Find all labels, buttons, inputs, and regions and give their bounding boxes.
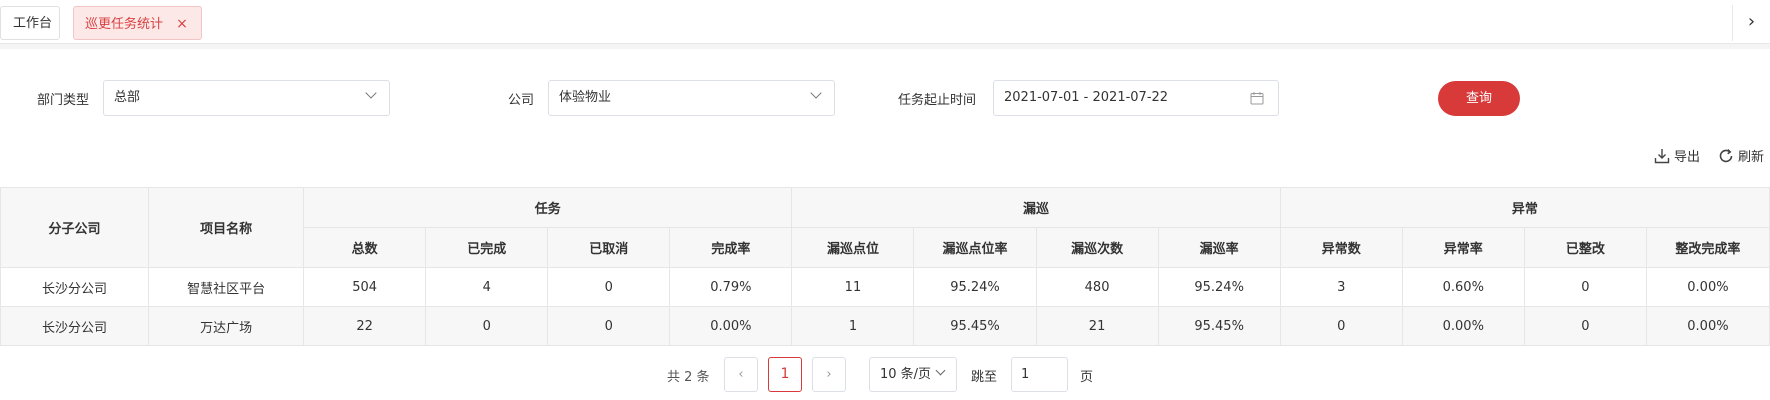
group-header-abnormal: 异常: [1279, 187, 1770, 228]
tabs-scroll-right-button[interactable]: ›: [1732, 5, 1770, 41]
col-header: 完成率: [669, 227, 793, 268]
group-header-missed: 漏巡: [791, 187, 1281, 228]
table-cell: 11: [791, 267, 915, 307]
chevron-down-icon: [810, 87, 822, 99]
table-cell: 长沙分公司: [0, 267, 150, 307]
query-button[interactable]: 查询: [1438, 81, 1520, 116]
table-cell: 0.00%: [1645, 306, 1770, 346]
table-cell: 3: [1279, 267, 1403, 307]
chevron-left-icon: ‹: [738, 367, 744, 382]
table-cell: 0: [547, 306, 671, 346]
query-button-label: 查询: [1465, 91, 1492, 106]
table-cell: 95.24%: [1157, 267, 1281, 307]
col-header: 异常数: [1279, 227, 1403, 268]
page-size-value: 10 条/页: [880, 367, 932, 382]
refresh-icon: [1719, 149, 1733, 163]
table-cell: 0.60%: [1401, 267, 1525, 307]
page-number: 1: [780, 366, 790, 382]
dept-type-label: 部门类型: [37, 93, 90, 108]
table-cell: 95.24%: [913, 267, 1037, 307]
close-icon[interactable]: ×: [176, 16, 188, 32]
export-button[interactable]: 导出: [1654, 148, 1700, 167]
date-range-picker[interactable]: 2021-07-01 - 2021-07-22: [993, 80, 1279, 116]
date-range-label: 任务起止时间: [898, 93, 977, 108]
col-header: 漏巡次数: [1035, 227, 1159, 268]
page-1-button[interactable]: 1: [768, 357, 802, 392]
prev-page-button[interactable]: ‹: [724, 357, 758, 392]
jump-to-label: 跳至: [971, 370, 998, 385]
col-header: 整改完成率: [1645, 227, 1770, 268]
calendar-icon: [1250, 92, 1264, 105]
dept-type-value: 总部: [114, 90, 141, 105]
refresh-label: 刷新: [1738, 150, 1765, 165]
refresh-button[interactable]: 刷新: [1718, 148, 1764, 167]
date-range-value: 2021-07-01 - 2021-07-22: [1004, 90, 1169, 105]
chevron-right-icon: ›: [826, 367, 832, 382]
table-cell: 0: [1279, 306, 1403, 346]
table-cell: 0.00%: [1645, 267, 1770, 307]
col-header: 已取消: [547, 227, 671, 268]
tab-patrol-task-stats-label: 巡更任务统计: [85, 17, 164, 32]
tab-bar-divider: [0, 44, 1770, 49]
table-cell: 21: [1035, 306, 1159, 346]
col-header-project: 项目名称: [148, 187, 305, 268]
page-unit-label: 页: [1080, 370, 1094, 385]
company-value: 体验物业: [559, 90, 612, 105]
table-cell: 1: [791, 306, 915, 346]
company-label: 公司: [508, 93, 535, 108]
table-cell: 95.45%: [1157, 306, 1281, 346]
col-header: 漏巡点位率: [913, 227, 1037, 268]
table-cell: 0: [1523, 267, 1647, 307]
patrol-stats-table: 分子公司 项目名称 任务 漏巡 异常 总数 已完成 已取消 完成率 漏巡点位 漏…: [0, 187, 1770, 346]
table-cell: 504: [303, 267, 427, 307]
export-label: 导出: [1674, 150, 1701, 165]
page-size-select[interactable]: 10 条/页: [869, 357, 957, 392]
col-header: 已整改: [1523, 227, 1647, 268]
table-cell: 22: [303, 306, 427, 346]
table-cell: 0: [1523, 306, 1647, 346]
table-cell: 0.79%: [669, 267, 793, 307]
table-cell: 480: [1035, 267, 1159, 307]
tab-bar: 工作台 巡更任务统计 × ›: [0, 0, 1770, 44]
table-row: 长沙分公司 智慧社区平台 504 4 0 0.79% 11 95.24% 480…: [0, 267, 1770, 307]
tab-patrol-task-stats[interactable]: 巡更任务统计 ×: [73, 6, 202, 40]
col-header: 漏巡点位: [791, 227, 915, 268]
table-cell: 智慧社区平台: [148, 267, 305, 307]
next-page-button[interactable]: ›: [812, 357, 846, 392]
table-row: 长沙分公司 万达广场 22 0 0 0.00% 1 95.45% 21 95.4…: [0, 306, 1770, 346]
table-cell: 0: [547, 267, 671, 307]
table-cell: 95.45%: [913, 306, 1037, 346]
col-header: 异常率: [1401, 227, 1525, 268]
table-cell: 4: [425, 267, 549, 307]
table-cell: 0: [425, 306, 549, 346]
col-header: 已完成: [425, 227, 549, 268]
chevron-right-icon: ›: [1747, 11, 1756, 32]
dept-type-select[interactable]: 总部: [103, 80, 390, 116]
group-header-task: 任务: [303, 187, 793, 228]
jump-page-input[interactable]: 1: [1011, 357, 1068, 392]
col-header: 漏巡率: [1157, 227, 1281, 268]
tab-workbench[interactable]: 工作台: [0, 6, 60, 40]
col-header: 总数: [303, 227, 427, 268]
download-icon: [1654, 149, 1670, 164]
col-header-branch: 分子公司: [0, 187, 150, 268]
table-cell: 0.00%: [1401, 306, 1525, 346]
pagination-total: 共 2 条: [667, 370, 710, 385]
table-cell: 0.00%: [669, 306, 793, 346]
jump-page-value: 1: [1021, 367, 1030, 382]
table-cell: 万达广场: [148, 306, 305, 346]
chevron-down-icon: [935, 365, 946, 376]
table-cell: 长沙分公司: [0, 306, 150, 346]
tab-workbench-label: 工作台: [13, 16, 53, 31]
company-select[interactable]: 体验物业: [548, 80, 835, 116]
chevron-down-icon: [365, 87, 377, 99]
